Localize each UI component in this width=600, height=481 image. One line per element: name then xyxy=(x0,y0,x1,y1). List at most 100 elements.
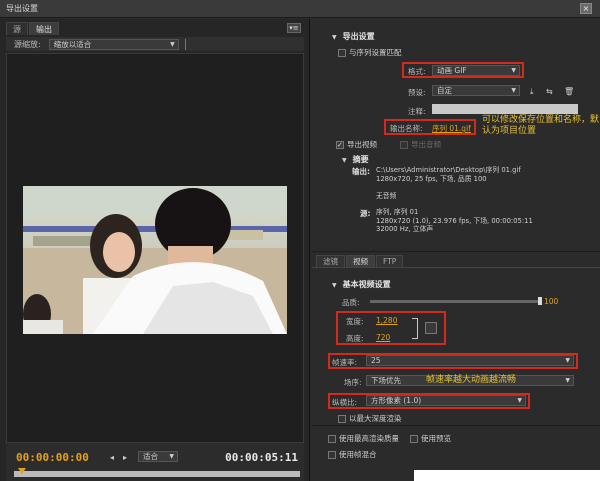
summary-header[interactable]: ▼ 摘要 xyxy=(342,154,369,165)
summary-source-text: 序列, 序列 01 1280x720 (1.0), 23.976 fps, 下场… xyxy=(376,208,533,233)
preset-dropdown[interactable]: 自定 ▼ xyxy=(432,85,520,96)
basic-video-title: 基本视频设置 xyxy=(342,280,391,289)
aspect-value: 方形像素 (1.0) xyxy=(371,396,422,405)
chevron-down-icon: ▼ xyxy=(517,397,522,404)
export-settings-pane: ▼ 导出设置 与序列设置匹配 格式: 动画 GIF ▼ 预设: 自定 ▼ ⤓ ⇆ … xyxy=(312,19,600,481)
width-label: 宽度: xyxy=(346,317,364,326)
quality-value[interactable]: 100 xyxy=(544,297,558,306)
tab-video[interactable]: 视频 xyxy=(346,255,375,267)
zoom-dropdown[interactable]: 适合 ▼ xyxy=(138,451,178,462)
quality-label: 品质: xyxy=(342,298,360,307)
video-preview-frame xyxy=(23,186,287,334)
preview-tabs: 源 输出 xyxy=(6,22,60,35)
field-order-value: 下场优先 xyxy=(371,376,401,385)
collapse-triangle-icon: ▼ xyxy=(342,157,347,164)
summary-output-label: 输出: xyxy=(352,167,370,176)
chevron-down-icon: ▼ xyxy=(170,40,175,48)
panel-menu-button[interactable]: ▾≡ xyxy=(287,23,301,33)
checkbox-icon xyxy=(328,434,336,443)
preset-value: 自定 xyxy=(437,86,452,95)
export-audio-checkbox[interactable]: 导出音频 xyxy=(400,139,441,150)
output-name-label: 输出名称: xyxy=(390,124,423,133)
step-forward-button[interactable]: ▸ xyxy=(123,453,127,462)
cropped-overlay-strip xyxy=(414,470,600,481)
close-button[interactable]: × xyxy=(580,3,592,14)
settings-tabs: 滤镜 视频 FTP xyxy=(316,255,404,267)
video-frame-image xyxy=(23,186,287,334)
max-depth-label: 以最大深度渲染 xyxy=(349,414,402,423)
zoom-value: 适合 xyxy=(143,452,158,461)
quality-slider[interactable] xyxy=(370,297,542,305)
tab-filters[interactable]: 滤镜 xyxy=(316,255,345,267)
delete-preset-icon[interactable]: 🗑 xyxy=(564,87,574,96)
source-scaling-label: 源缩放: xyxy=(14,39,41,49)
export-audio-label: 导出音频 xyxy=(411,140,441,149)
tab-output[interactable]: 输出 xyxy=(29,22,59,35)
max-quality-checkbox[interactable]: 使用最高渲染质量 xyxy=(328,433,399,444)
height-label: 高度: xyxy=(346,334,364,343)
use-preview-label: 使用预览 xyxy=(421,434,451,443)
checkbox-icon xyxy=(328,450,336,459)
format-dropdown[interactable]: 动画 GIF ▼ xyxy=(432,65,520,76)
lock-aspect-icon[interactable] xyxy=(425,322,437,334)
save-preset-icon[interactable]: ⤓ xyxy=(530,87,534,97)
match-sequence-checkbox[interactable]: 与序列设置匹配 xyxy=(338,47,402,58)
end-timecode: 00:00:05:11 xyxy=(225,451,298,464)
field-order-label: 场序: xyxy=(344,378,362,387)
link-bracket xyxy=(412,318,418,339)
window-title: 导出设置 xyxy=(6,4,38,13)
current-timecode[interactable]: 00:00:00:00 xyxy=(16,451,89,464)
framerate-annotation: 帧速率越大动画越流畅 xyxy=(426,375,517,385)
quality-slider-knob[interactable] xyxy=(538,297,542,305)
output-name-link[interactable]: 序列 01.gif xyxy=(432,123,471,134)
aspect-label: 纵横比: xyxy=(332,398,358,407)
summary-source-label: 源: xyxy=(360,209,371,218)
summary-output-text: C:\Users\Administrator\Desktop\序列 01.gif… xyxy=(376,166,521,200)
export-settings-title: 导出设置 xyxy=(342,32,375,41)
use-preview-checkbox[interactable]: 使用预览 xyxy=(410,433,451,444)
step-back-button[interactable]: ◂ xyxy=(110,453,114,462)
output-name-annotation: 可以修改保存位置和名称，默认为项目位置 xyxy=(482,115,600,136)
match-sequence-label: 与序列设置匹配 xyxy=(349,48,402,57)
height-value[interactable]: 720 xyxy=(376,333,390,342)
source-scaling-row: 源缩放: 缩放以适合 ▼ xyxy=(6,37,304,51)
playhead[interactable] xyxy=(18,468,26,474)
export-video-label: 导出视频 xyxy=(347,140,377,149)
source-scaling-dropdown[interactable]: 缩放以适合 ▼ xyxy=(48,38,179,50)
framerate-value: 25 xyxy=(371,356,381,365)
frame-blend-label: 使用帧混合 xyxy=(339,450,377,459)
framerate-label: 帧速率: xyxy=(332,358,358,367)
collapse-triangle-icon: ▼ xyxy=(332,282,337,289)
export-video-checkbox[interactable]: 导出视频 xyxy=(336,139,377,150)
comments-input[interactable] xyxy=(432,104,578,114)
tabs-divider xyxy=(312,267,600,268)
timeline-scrubber[interactable] xyxy=(14,468,300,477)
export-settings-header[interactable]: ▼ 导出设置 xyxy=(332,31,375,42)
chevron-down-icon: ▼ xyxy=(565,377,570,384)
tab-ftp[interactable]: FTP xyxy=(376,255,404,267)
divider xyxy=(184,38,186,50)
frame-blend-checkbox[interactable]: 使用帧混合 xyxy=(328,449,377,460)
max-quality-label: 使用最高渲染质量 xyxy=(339,434,399,443)
summary-title: 摘要 xyxy=(352,155,369,164)
basic-video-header[interactable]: ▼ 基本视频设置 xyxy=(332,279,391,290)
framerate-dropdown[interactable]: 25 ▼ xyxy=(366,355,574,366)
max-depth-checkbox[interactable]: 以最大深度渲染 xyxy=(338,413,402,424)
format-value: 动画 GIF xyxy=(437,66,467,75)
section-divider xyxy=(312,425,600,426)
source-output-pane: 源 输出 ▾≡ 源缩放: 缩放以适合 ▼ 00:00:00:00 ◂ ▸ 适合 … xyxy=(0,19,310,481)
tab-source[interactable]: 源 xyxy=(6,22,28,35)
source-scaling-value: 缩放以适合 xyxy=(53,39,92,49)
checkbox-icon xyxy=(338,414,346,423)
window-titlebar: 导出设置 × xyxy=(0,0,600,18)
chevron-down-icon: ▼ xyxy=(511,87,516,94)
transport-bar: 00:00:00:00 ◂ ▸ 适合 ▼ 00:00:05:11 xyxy=(6,443,304,481)
chevron-down-icon: ▼ xyxy=(565,357,570,364)
chevron-down-icon: ▼ xyxy=(169,453,174,460)
width-value[interactable]: 1,280 xyxy=(376,316,397,325)
import-preset-icon[interactable]: ⇆ xyxy=(546,87,553,96)
comments-label: 注释: xyxy=(408,107,426,116)
chevron-down-icon: ▼ xyxy=(511,67,516,74)
collapse-triangle-icon: ▼ xyxy=(332,34,337,41)
aspect-dropdown[interactable]: 方形像素 (1.0) ▼ xyxy=(366,395,526,406)
